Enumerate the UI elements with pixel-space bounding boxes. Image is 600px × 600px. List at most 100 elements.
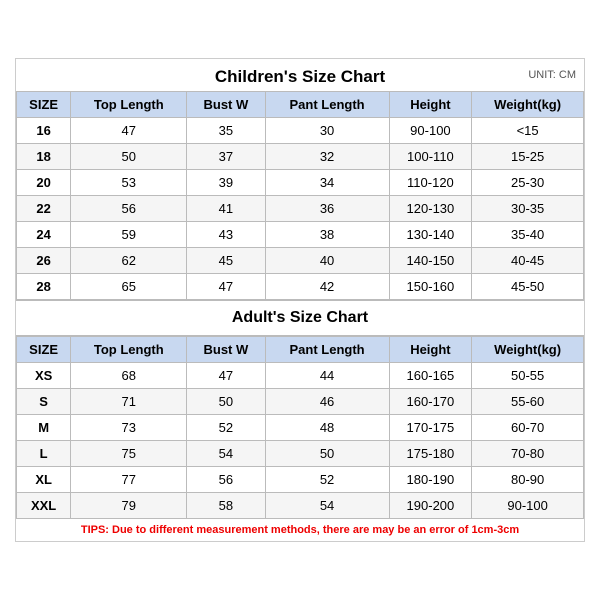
adults-size-table: SIZETop LengthBust WPant LengthHeightWei… [16,336,584,519]
table-cell: 16 [17,118,71,144]
table-row: XS684744160-16550-55 [17,363,584,389]
table-cell: <15 [472,118,584,144]
column-header: Pant Length [265,337,389,363]
table-cell: 47 [187,274,265,300]
table-cell: 71 [71,389,187,415]
table-row: S715046160-17055-60 [17,389,584,415]
table-cell: 120-130 [389,196,472,222]
column-header: Height [389,92,472,118]
column-header: Height [389,337,472,363]
table-cell: 54 [265,493,389,519]
table-row: XL775652180-19080-90 [17,467,584,493]
table-cell: 35 [187,118,265,144]
table-cell: 70-80 [472,441,584,467]
column-header: Bust W [187,92,265,118]
table-cell: 47 [71,118,187,144]
tips-row: TIPS: Due to different measurement metho… [16,519,584,541]
table-row: M735248170-17560-70 [17,415,584,441]
table-cell: XL [17,467,71,493]
table-row: XXL795854190-20090-100 [17,493,584,519]
table-cell: M [17,415,71,441]
table-cell: 47 [187,363,265,389]
table-cell: 65 [71,274,187,300]
adults-title-row: Adult's Size Chart [16,301,584,336]
table-cell: 54 [187,441,265,467]
table-cell: 32 [265,144,389,170]
table-cell: 60-70 [472,415,584,441]
adults-header-row: SIZETop LengthBust WPant LengthHeightWei… [17,337,584,363]
table-cell: 110-120 [389,170,472,196]
adults-chart-title: Adult's Size Chart [16,301,584,336]
table-row: L755450175-18070-80 [17,441,584,467]
table-cell: 26 [17,248,71,274]
column-header: Weight(kg) [472,337,584,363]
table-cell: 20 [17,170,71,196]
table-cell: 160-170 [389,389,472,415]
table-cell: 46 [265,389,389,415]
table-cell: 150-160 [389,274,472,300]
table-cell: 30-35 [472,196,584,222]
table-row: 22564136120-13030-35 [17,196,584,222]
table-row: 1647353090-100<15 [17,118,584,144]
table-cell: 190-200 [389,493,472,519]
table-cell: 90-100 [389,118,472,144]
table-row: 24594338130-14035-40 [17,222,584,248]
table-cell: 22 [17,196,71,222]
table-cell: 39 [187,170,265,196]
tips-text: TIPS: Due to different measurement metho… [16,519,584,541]
table-cell: 25-30 [472,170,584,196]
table-cell: XXL [17,493,71,519]
table-cell: 53 [71,170,187,196]
table-cell: 30 [265,118,389,144]
table-cell: 160-165 [389,363,472,389]
column-header: Bust W [187,337,265,363]
table-cell: 180-190 [389,467,472,493]
table-cell: XS [17,363,71,389]
table-cell: 50 [71,144,187,170]
column-header: Top Length [71,337,187,363]
table-cell: 100-110 [389,144,472,170]
table-cell: 55-60 [472,389,584,415]
table-cell: 52 [187,415,265,441]
table-row: 26624540140-15040-45 [17,248,584,274]
table-cell: 35-40 [472,222,584,248]
table-cell: 62 [71,248,187,274]
table-cell: 42 [265,274,389,300]
children-header-row: SIZETop LengthBust WPant LengthHeightWei… [17,92,584,118]
size-chart-container: Children's Size Chart UNIT: CM SIZETop L… [15,58,585,542]
table-row: 28654742150-16045-50 [17,274,584,300]
table-cell: 59 [71,222,187,248]
table-cell: 28 [17,274,71,300]
table-cell: 79 [71,493,187,519]
table-cell: 18 [17,144,71,170]
table-cell: 43 [187,222,265,248]
table-cell: 45-50 [472,274,584,300]
table-cell: 40-45 [472,248,584,274]
table-cell: 50 [187,389,265,415]
table-cell: 34 [265,170,389,196]
table-cell: 50 [265,441,389,467]
table-cell: 175-180 [389,441,472,467]
table-cell: 15-25 [472,144,584,170]
tips-table: TIPS: Due to different measurement metho… [16,519,584,541]
adults-section-table: Adult's Size Chart [16,300,584,336]
table-cell: 58 [187,493,265,519]
table-cell: 56 [71,196,187,222]
table-cell: 73 [71,415,187,441]
table-cell: 75 [71,441,187,467]
children-title-row: Children's Size Chart UNIT: CM [16,59,584,91]
table-cell: 48 [265,415,389,441]
table-cell: 90-100 [472,493,584,519]
table-cell: L [17,441,71,467]
column-header: Weight(kg) [472,92,584,118]
column-header: Pant Length [265,92,389,118]
column-header: Top Length [71,92,187,118]
column-header: SIZE [17,337,71,363]
table-cell: 36 [265,196,389,222]
table-row: 18503732100-11015-25 [17,144,584,170]
table-cell: 56 [187,467,265,493]
table-cell: 40 [265,248,389,274]
table-cell: 50-55 [472,363,584,389]
table-cell: 38 [265,222,389,248]
table-cell: 45 [187,248,265,274]
